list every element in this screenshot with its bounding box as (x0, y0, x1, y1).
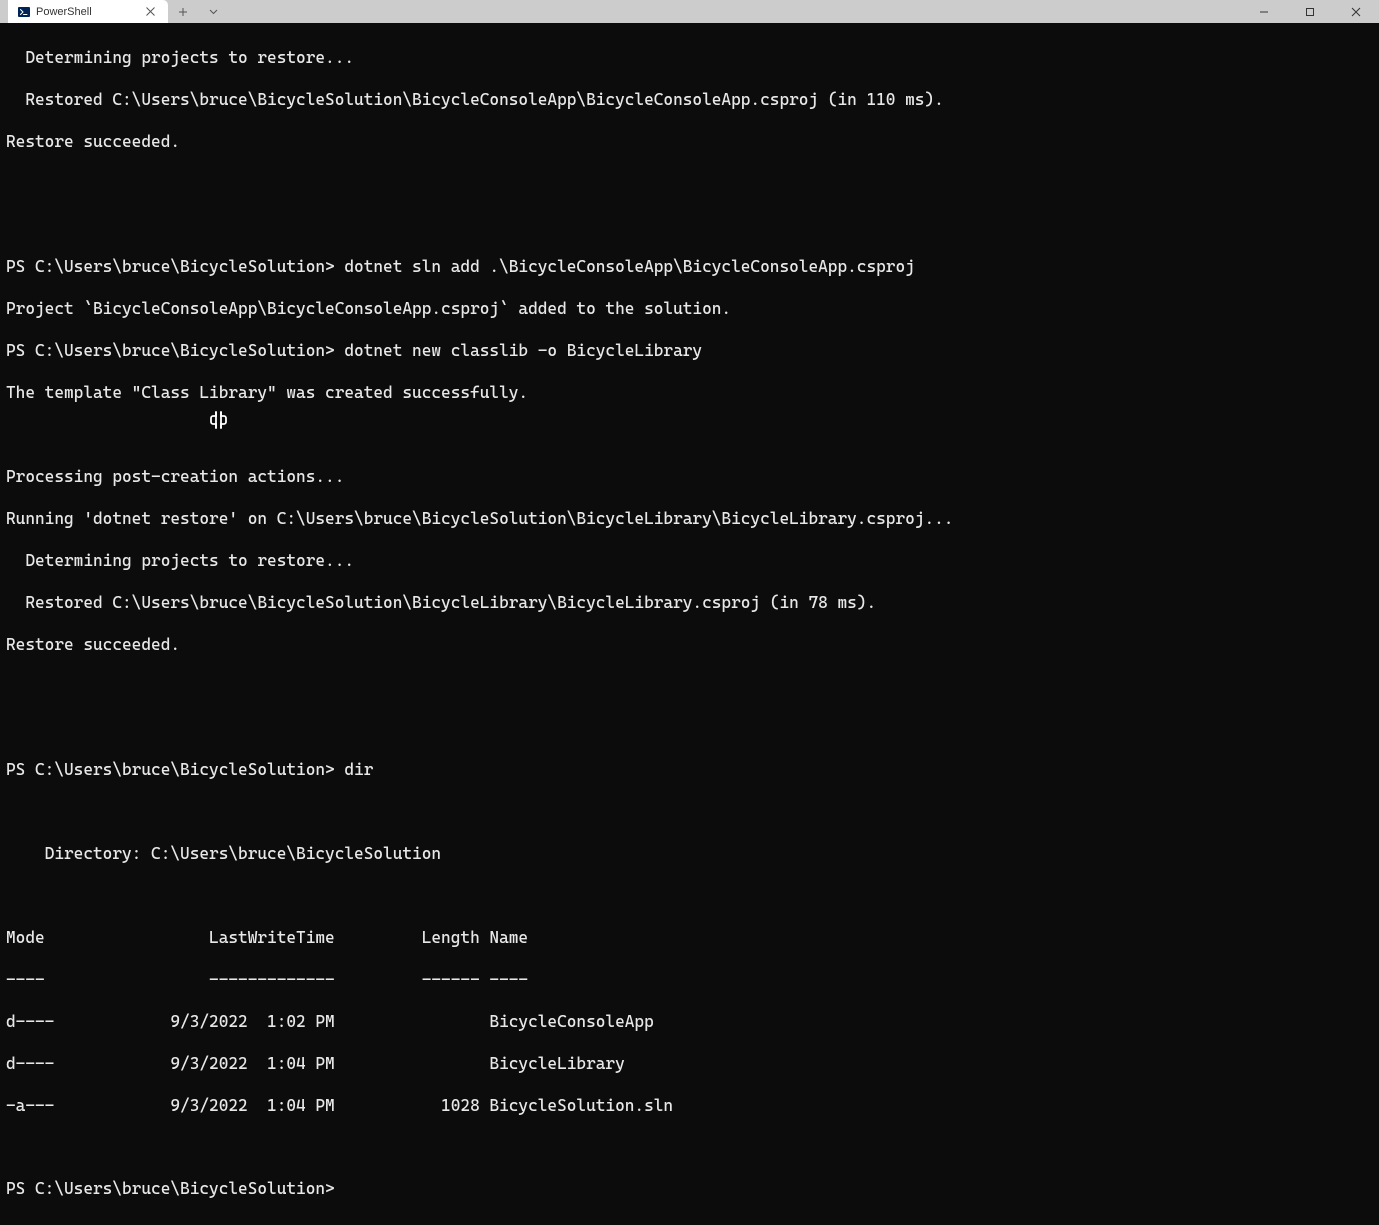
powershell-icon (18, 6, 30, 18)
prompt-line: PS C:\Users\bruce\BicycleSolution> dir (6, 760, 1373, 781)
dir-header: Directory: C:\Users\bruce\BicycleSolutio… (6, 844, 1373, 865)
terminal-output[interactable]: Determining projects to restore... Resto… (0, 23, 1379, 1225)
output-line: Project `BicycleConsoleApp\BicycleConsol… (6, 299, 1373, 320)
new-tab-button[interactable] (168, 0, 198, 23)
minimize-button[interactable] (1241, 0, 1287, 23)
maximize-button[interactable] (1287, 0, 1333, 23)
table-row: d---- 9/3/2022 1:04 PM BicycleLibrary (6, 1054, 1373, 1075)
output-line (6, 174, 1373, 195)
tab-actions (168, 0, 228, 23)
close-button[interactable] (1333, 0, 1379, 23)
table-row: d---- 9/3/2022 1:02 PM BicycleConsoleApp (6, 1012, 1373, 1033)
output-line (6, 425, 1373, 446)
tab-powershell[interactable]: PowerShell (8, 0, 168, 23)
current-prompt[interactable]: PS C:\Users\bruce\BicycleSolution> (6, 1179, 1373, 1200)
prompt-line: PS C:\Users\bruce\BicycleSolution> dotne… (6, 341, 1373, 362)
output-line: Restore succeeded. (6, 635, 1373, 656)
output-line (6, 802, 1373, 823)
tab-dropdown-button[interactable] (198, 0, 228, 23)
output-line: Restore succeeded. (6, 132, 1373, 153)
output-line (6, 718, 1373, 739)
output-line: Determining projects to restore... (6, 551, 1373, 572)
tab-title: PowerShell (36, 6, 142, 18)
output-line: Determining projects to restore... (6, 48, 1373, 69)
tab-close-button[interactable] (142, 4, 158, 20)
output-line (6, 216, 1373, 237)
output-line (6, 886, 1373, 907)
output-line: The template "Class Library" was created… (6, 383, 1373, 404)
window-titlebar: PowerShell (0, 0, 1379, 23)
table-header: Mode LastWriteTime Length Name (6, 928, 1373, 949)
output-line: Processing post-creation actions... (6, 467, 1373, 488)
output-line (6, 1138, 1373, 1159)
output-line: Restored C:\Users\bruce\BicycleSolution\… (6, 593, 1373, 614)
output-line (6, 677, 1373, 698)
output-line: Running 'dotnet restore' on C:\Users\bru… (6, 509, 1373, 530)
table-divider: ---- ------------- ------ ---- (6, 970, 1373, 991)
window-controls (1241, 0, 1379, 23)
prompt-line: PS C:\Users\bruce\BicycleSolution> dotne… (6, 257, 1373, 278)
table-row: -a--- 9/3/2022 1:04 PM 1028 BicycleSolut… (6, 1096, 1373, 1117)
output-line: Restored C:\Users\bruce\BicycleSolution\… (6, 90, 1373, 111)
